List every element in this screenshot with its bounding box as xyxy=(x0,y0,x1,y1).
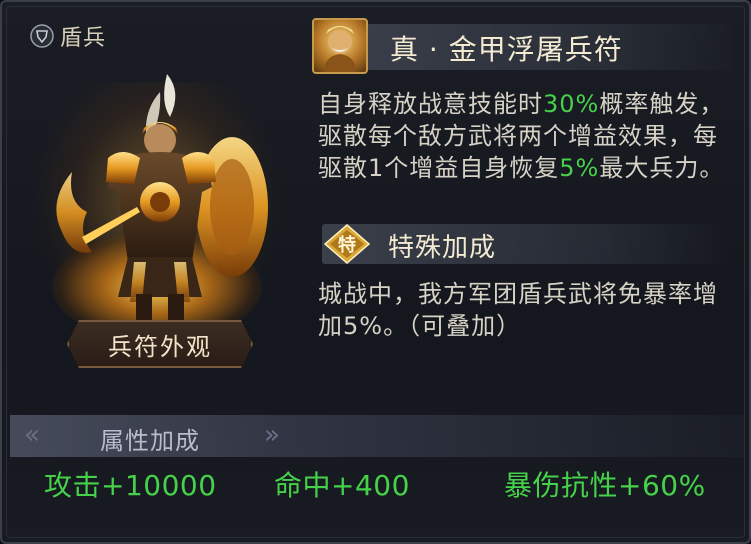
stat-crit-resist: 暴伤抗性+60% xyxy=(504,469,706,502)
stat-hit: 命中+400 xyxy=(274,469,410,502)
shield-icon xyxy=(30,24,54,48)
special-bonus-bar xyxy=(322,224,722,264)
talisman-panel: 盾兵 兵符外观 真 · 金甲浮屠兵符 自身释放战意技能时30%概率触发，驱散每个… xyxy=(0,0,751,544)
special-badge-text: 特 xyxy=(338,234,356,256)
special-badge-icon: 特 xyxy=(324,224,370,264)
double-chevron-right-icon: » xyxy=(264,420,280,450)
double-chevron-left-icon: « xyxy=(24,420,40,450)
talisman-name: 真 · 金甲浮屠兵符 xyxy=(390,33,623,66)
desc-text: 自身释放战意技能时 xyxy=(318,90,543,118)
appearance-button[interactable]: 兵符外观 xyxy=(67,320,253,368)
talisman-portrait-icon xyxy=(312,18,368,74)
appearance-button-label: 兵符外观 xyxy=(108,332,212,361)
armored-warrior-image xyxy=(56,74,268,328)
stat-attack: 攻击+10000 xyxy=(44,469,217,502)
attribute-section-title: 属性加成 xyxy=(100,427,200,455)
desc-highlight: 30% xyxy=(543,90,600,118)
unit-type-tag: 盾兵 xyxy=(30,20,106,52)
special-bonus-description: 城战中，我方军团盾兵武将免暴率增加5%。（可叠加） xyxy=(318,280,718,340)
unit-type-label: 盾兵 xyxy=(60,26,107,51)
talisman-description: 自身释放战意技能时30%概率触发，驱散每个敌方武将两个增益效果，每驱散1个增益自… xyxy=(318,88,738,184)
desc-text: 最大兵力。 xyxy=(599,154,725,182)
desc-highlight: 5% xyxy=(559,154,600,182)
hero-portrait xyxy=(22,62,292,362)
special-bonus-title: 特殊加成 xyxy=(388,233,497,263)
